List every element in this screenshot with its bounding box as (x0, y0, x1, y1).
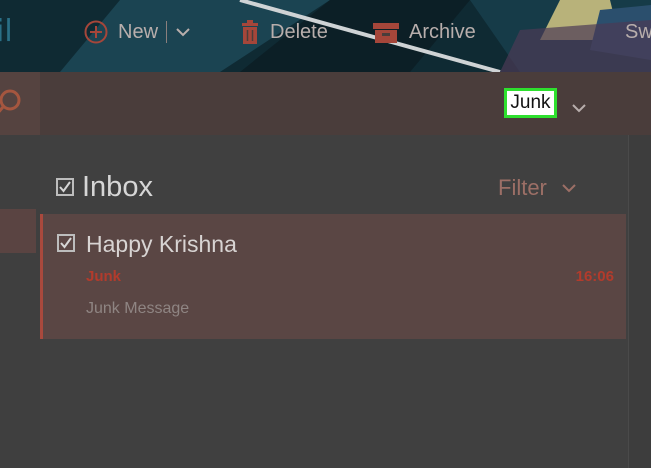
search-icon (0, 89, 21, 113)
message-time: 16:06 (575, 268, 614, 285)
select-all-checkbox[interactable] (56, 178, 74, 196)
new-button[interactable]: New (84, 19, 191, 45)
message-item[interactable]: Happy Krishna Junk 16:06 Junk Message (40, 214, 626, 339)
archive-icon (373, 23, 399, 43)
message-checkbox[interactable] (57, 234, 75, 252)
chevron-down-icon (572, 104, 586, 113)
chevron-down-icon[interactable] (175, 27, 191, 37)
sweep-label: Sw (625, 20, 651, 43)
junk-dropdown[interactable] (571, 95, 587, 121)
reading-pane (628, 135, 651, 468)
list-header: Inbox (56, 170, 153, 204)
new-divider (166, 21, 168, 43)
archive-label: Archive (409, 20, 476, 43)
sweep-button[interactable]: Sw (625, 19, 651, 45)
checkmark-icon (59, 181, 71, 193)
new-label: New (118, 20, 159, 43)
chevron-down-icon (562, 184, 576, 193)
junk-label: Junk (510, 92, 551, 113)
nav-selected-item[interactable] (0, 209, 36, 253)
junk-button[interactable]: Junk (504, 88, 557, 118)
folder-nav (0, 135, 40, 468)
filter-dropdown[interactable]: Filter (498, 175, 577, 200)
archive-button[interactable]: Archive (373, 19, 476, 45)
filter-label: Filter (498, 175, 547, 200)
trash-icon (242, 20, 258, 44)
folder-title: Inbox (82, 170, 153, 203)
checkmark-icon (60, 237, 72, 249)
delete-button[interactable]: Delete (240, 19, 328, 45)
message-preview: Junk Message (86, 300, 190, 317)
add-circle-icon (84, 20, 108, 44)
message-folder-tag: Junk (86, 268, 122, 285)
search-button[interactable] (0, 72, 40, 135)
message-sender: Happy Krishna (86, 231, 237, 257)
app-title: il (0, 14, 13, 49)
delete-label: Delete (270, 20, 328, 43)
